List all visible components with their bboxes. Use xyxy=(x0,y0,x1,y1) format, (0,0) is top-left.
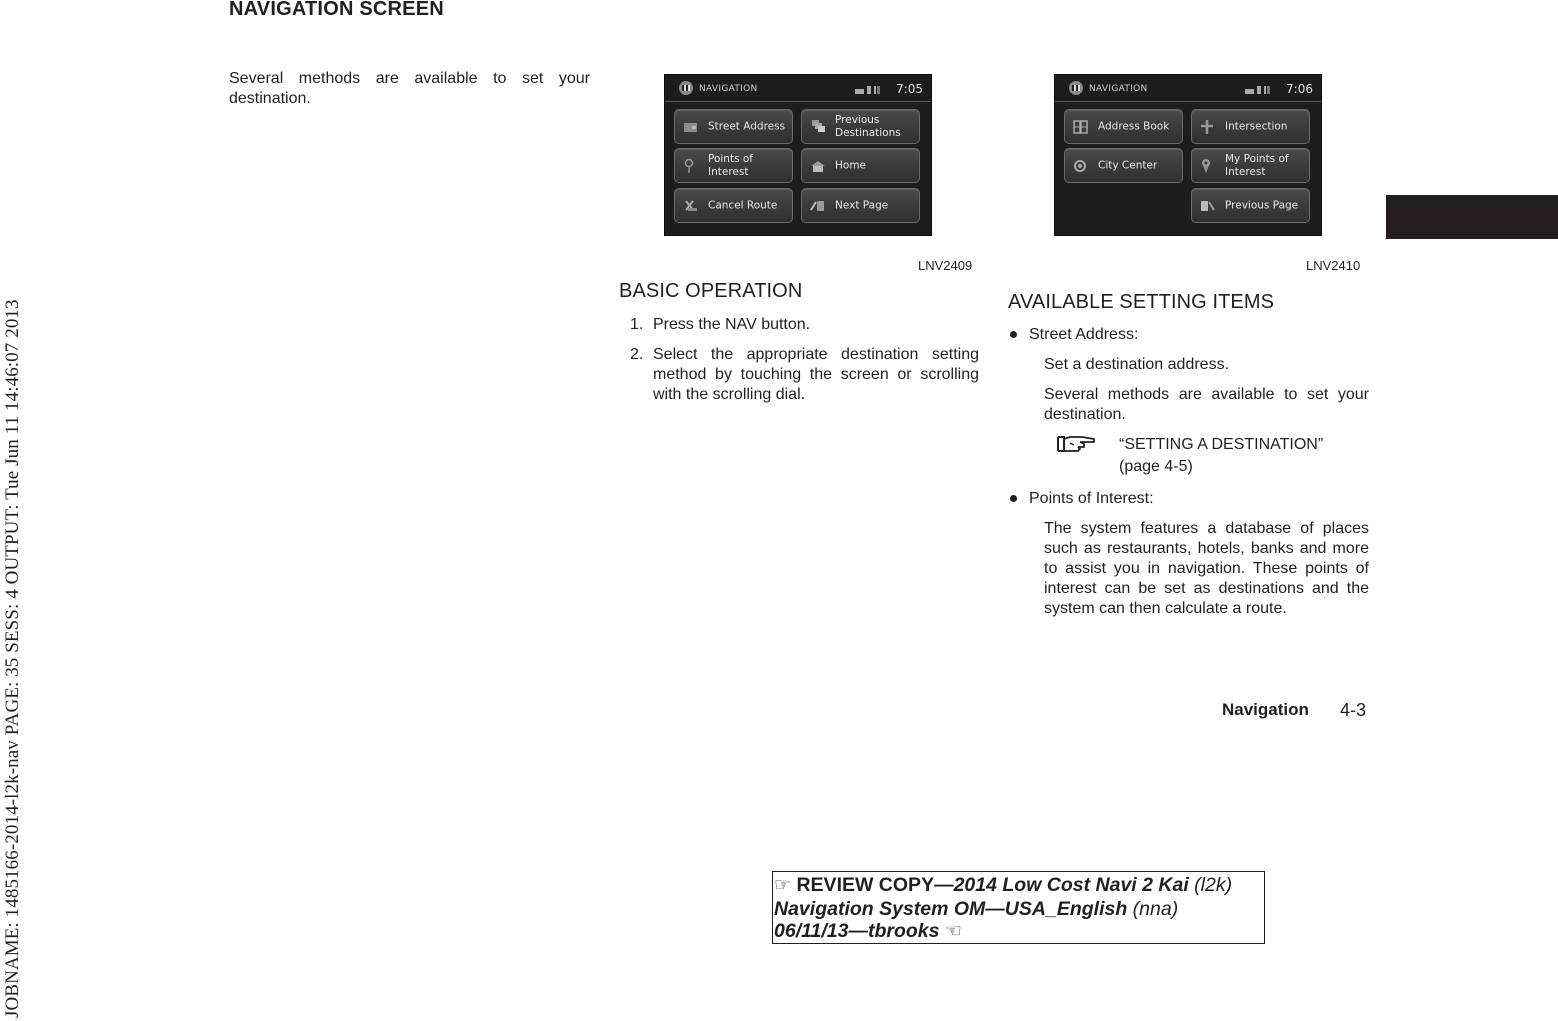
review-line-2: Navigation System OM—USA_English (nna) xyxy=(774,898,1264,921)
nav-screen-header: NAVIGATION 7:05 xyxy=(665,75,931,102)
nav-screen-page1: NAVIGATION 7:05 Street Address Previous … xyxy=(664,74,932,236)
button-label: Street Address xyxy=(708,120,786,132)
figure-label: LNV2410 xyxy=(1306,258,1361,273)
clock-time: 7:06 xyxy=(1286,82,1313,96)
next-page-button[interactable]: Next Page xyxy=(801,188,920,223)
item-title: Points of Interest: xyxy=(1029,490,1154,507)
status-icons xyxy=(1245,86,1270,94)
points-of-interest-button[interactable]: Points of Interest xyxy=(674,148,793,183)
footer-page-number: 4-3 xyxy=(1340,700,1367,720)
intersection-button[interactable]: Intersection xyxy=(1191,109,1310,144)
review-document-code: (nna) xyxy=(1127,897,1179,920)
review-date-author: 06/11/13—tbrooks xyxy=(774,920,940,942)
step-number: 2. xyxy=(630,346,644,363)
bullet-icon xyxy=(1010,495,1017,502)
hand-right-icon: ☞ xyxy=(774,875,792,896)
button-label: Address Book xyxy=(1098,120,1170,132)
nav-screen-header: NAVIGATION 7:06 xyxy=(1055,75,1321,102)
my-points-of-interest-button[interactable]: My Points of Interest xyxy=(1191,148,1310,183)
button-label: Previous Page xyxy=(1225,199,1299,211)
my-poi-icon xyxy=(1202,159,1210,173)
nav-screen-title: NAVIGATION xyxy=(699,84,758,94)
cancel-route-button[interactable]: Cancel Route xyxy=(674,188,793,223)
review-label: REVIEW COPY— xyxy=(796,874,954,896)
step-text: Press the NAV button. xyxy=(653,316,811,333)
address-book-icon xyxy=(1073,120,1088,134)
review-copy-box: ☞ REVIEW COPY—2014 Low Cost Navi 2 Kai (… xyxy=(772,871,1265,944)
review-line-1: ☞ REVIEW COPY—2014 Low Cost Navi 2 Kai (… xyxy=(774,874,1264,898)
nav-screen-title: NAVIGATION xyxy=(1089,84,1148,94)
previous-page-icon xyxy=(1201,201,1215,211)
job-stamp: JOBNAME: 1485166-2014-l2k-nav PAGE: 35 S… xyxy=(2,299,23,1018)
button-label: Next Page xyxy=(835,199,889,211)
navigation-logo-icon xyxy=(679,81,693,95)
intro-paragraph: Several methods are available to set you… xyxy=(229,70,590,107)
clock-time: 7:05 xyxy=(896,82,923,96)
item-paragraph: Set a destination address. xyxy=(1044,356,1230,373)
button-label: City Center xyxy=(1098,159,1158,171)
step-number: 1. xyxy=(630,316,644,333)
signal-icon xyxy=(874,86,880,94)
previous-destinations-icon xyxy=(812,120,825,132)
chapter-thumb-tab xyxy=(1386,195,1558,239)
button-label: Home xyxy=(835,159,867,171)
available-items-heading: AVAILABLE SETTING ITEMS xyxy=(1008,291,1275,313)
street-address-button[interactable]: Street Address xyxy=(674,109,793,144)
battery-icon xyxy=(855,89,864,94)
battery-icon xyxy=(1245,89,1254,94)
phone-icon xyxy=(867,86,871,94)
cross-reference-page[interactable]: (page 4-5) xyxy=(1119,456,1193,478)
section-title: NAVIGATION SCREEN xyxy=(229,0,444,20)
nav-screen-page2: NAVIGATION 7:06 Address Book Intersectio… xyxy=(1054,74,1322,236)
button-label: Intersection xyxy=(1225,120,1288,132)
basic-operation-heading: BASIC OPERATION xyxy=(619,280,803,302)
button-label: Cancel Route xyxy=(708,199,778,211)
figure-label: LNV2409 xyxy=(918,258,973,273)
hand-left-icon: ☜ xyxy=(944,921,962,942)
city-center-icon xyxy=(1074,160,1086,172)
status-icons xyxy=(855,86,880,94)
intersection-icon xyxy=(1201,120,1213,134)
previous-destinations-button[interactable]: Previous Destinations xyxy=(801,109,920,144)
item-paragraph: The system features a database of places… xyxy=(1044,520,1369,617)
step-text: Select the appropriate destination setti… xyxy=(653,346,979,403)
button-label: My Points of Interest xyxy=(1225,152,1289,178)
next-page-icon xyxy=(810,201,824,211)
street-address-icon xyxy=(684,123,697,132)
poi-pin-icon xyxy=(684,158,694,173)
review-line-3: 06/11/13—tbrooks ☜ xyxy=(774,920,1264,943)
phone-icon xyxy=(1257,86,1261,94)
home-icon xyxy=(811,161,825,172)
signal-icon xyxy=(1264,86,1270,94)
cancel-route-icon xyxy=(685,200,697,211)
button-label: Previous Destinations xyxy=(835,113,901,139)
cross-reference-title[interactable]: “SETTING A DESTINATION” xyxy=(1119,434,1369,456)
footer-chapter: Navigation xyxy=(1222,700,1309,719)
review-product-code: (l2k) xyxy=(1188,874,1233,896)
address-book-button[interactable]: Address Book xyxy=(1064,109,1183,144)
review-product: 2014 Low Cost Navi 2 Kai xyxy=(953,874,1189,896)
home-button[interactable]: Home xyxy=(801,148,920,183)
review-document: Navigation System OM—USA_English xyxy=(774,897,1128,920)
button-label: Points of Interest xyxy=(708,152,753,178)
pointing-hand-reference-icon xyxy=(1057,436,1095,452)
item-title: Street Address: xyxy=(1029,326,1139,343)
previous-page-button[interactable]: Previous Page xyxy=(1191,188,1310,223)
navigation-logo-icon xyxy=(1069,81,1083,95)
city-center-button[interactable]: City Center xyxy=(1064,148,1183,183)
bullet-icon xyxy=(1010,331,1017,338)
item-paragraph: Several methods are available to set you… xyxy=(1044,386,1369,423)
